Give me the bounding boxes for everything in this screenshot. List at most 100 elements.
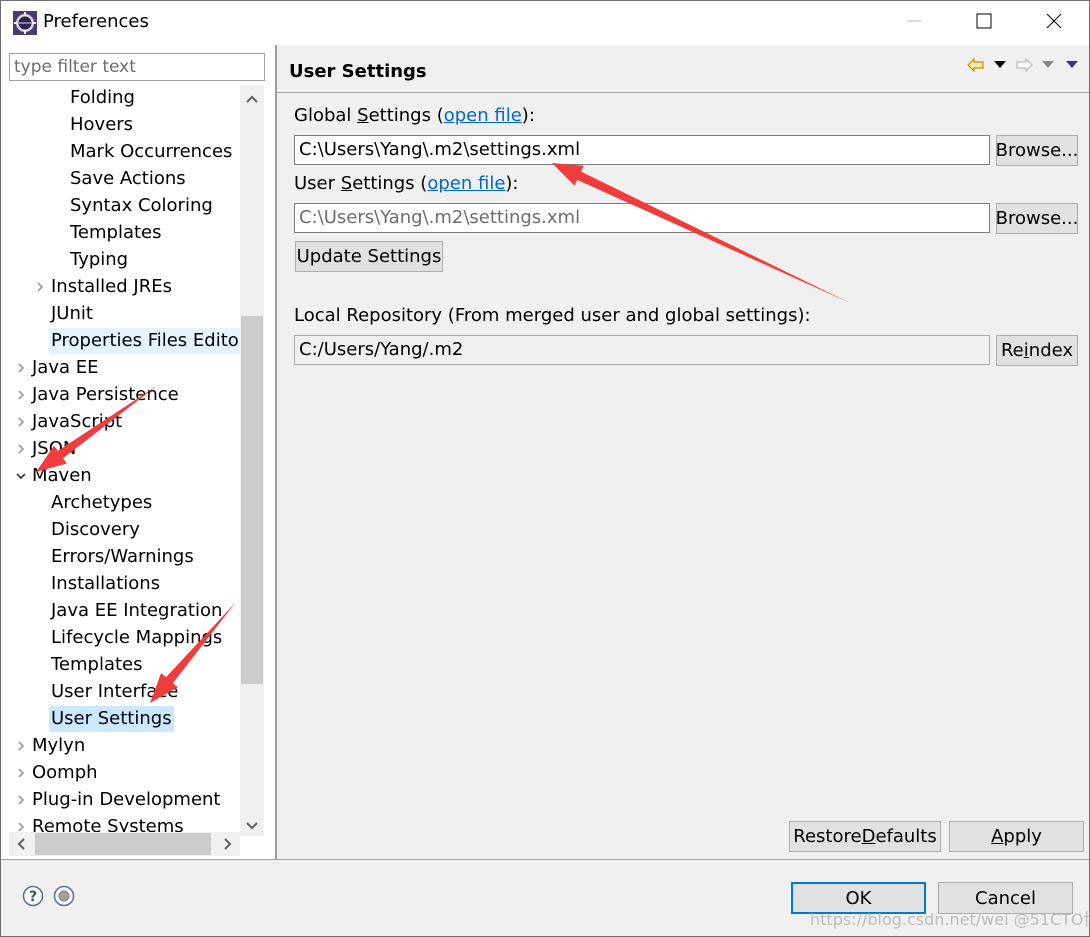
back-arrow-icon[interactable] <box>967 56 985 74</box>
label-text: ): <box>505 173 519 194</box>
tree-item[interactable]: Syntax Coloring <box>68 193 215 219</box>
mnemonic: A <box>991 826 1004 847</box>
tree-item[interactable]: Oomph <box>30 760 100 786</box>
tree-item[interactable]: Archetypes <box>49 490 154 516</box>
tree-item[interactable]: JUnit <box>49 301 95 327</box>
reindex-button[interactable]: Re i ndex <box>996 335 1078 366</box>
tree-item[interactable]: Java Persistence <box>30 382 181 408</box>
tree-item-label: JUnit <box>51 303 93 324</box>
tree-item[interactable]: Installed JREs <box>49 274 174 300</box>
tree-item[interactable]: User Settings <box>49 706 174 732</box>
tree-item[interactable]: Java EE <box>30 355 101 381</box>
back-menu-icon[interactable] <box>991 56 1009 74</box>
update-settings-button[interactable]: Update Settings <box>295 241 443 272</box>
global-browse-button[interactable]: Browse... <box>996 135 1078 166</box>
chevron-right-icon[interactable] <box>14 760 28 786</box>
scroll-left-button[interactable] <box>9 832 33 856</box>
local-repository-input[interactable]: C:/Users/Yang/.m2 <box>294 335 990 365</box>
button-text: Re <box>1000 340 1024 361</box>
tree-item[interactable]: Errors/Warnings <box>49 544 196 570</box>
forward-menu-icon[interactable] <box>1039 56 1057 74</box>
global-settings-label: Global Settings (open file): <box>294 105 535 126</box>
tree-item-label: Save Actions <box>70 168 186 189</box>
tree-item[interactable]: Mylyn <box>30 733 87 759</box>
user-browse-button[interactable]: Browse... <box>996 203 1078 234</box>
view-menu-icon[interactable] <box>1063 56 1081 74</box>
vertical-scroll-thumb[interactable] <box>241 316 263 684</box>
chevron-left-icon <box>17 834 25 855</box>
svg-text:?: ? <box>29 889 37 905</box>
ok-button[interactable]: OK <box>791 882 926 914</box>
chevron-right-icon[interactable] <box>14 787 28 813</box>
tree-item-label: Java Persistence <box>32 384 179 405</box>
chevron-up-icon <box>246 87 258 108</box>
label-text: ): <box>521 105 535 126</box>
tree-item-label: Properties Files Editor <box>51 330 240 351</box>
tree-item[interactable]: Templates <box>68 220 164 246</box>
chevron-right-icon[interactable] <box>14 355 28 381</box>
chevron-down-icon[interactable] <box>14 463 28 489</box>
tree-item-label: Installations <box>51 573 161 594</box>
button-text: Restore <box>793 826 862 847</box>
chevron-right-icon <box>224 834 232 855</box>
scroll-right-button[interactable] <box>216 832 240 856</box>
tree-vertical-scrollbar[interactable] <box>240 85 264 836</box>
tree-item-label: Mark Occurrences <box>70 141 233 162</box>
tree-item[interactable]: Folding <box>68 85 137 111</box>
minimize-button[interactable] <box>879 1 949 45</box>
forward-arrow-icon[interactable] <box>1015 56 1033 74</box>
page-title: User Settings <box>289 61 427 82</box>
chevron-right-icon[interactable] <box>14 733 28 759</box>
chevron-down-icon <box>246 814 258 835</box>
label-text: ettings ( <box>352 173 428 194</box>
tree-item[interactable]: JavaScript <box>30 409 124 435</box>
close-button[interactable] <box>1019 1 1089 45</box>
tree-item[interactable]: Templates <box>49 652 145 678</box>
scroll-up-button[interactable] <box>240 85 264 109</box>
user-settings-input[interactable]: C:\Users\Yang\.m2\settings.xml <box>294 203 990 233</box>
cancel-button[interactable]: Cancel <box>938 882 1073 914</box>
chevron-right-icon[interactable] <box>14 409 28 435</box>
tree-item[interactable]: Save Actions <box>68 166 188 192</box>
tree-item[interactable]: Lifecycle Mappings <box>49 625 224 651</box>
chevron-right-icon[interactable] <box>14 436 28 462</box>
user-open-file-link[interactable]: open file <box>427 173 505 194</box>
tree-item-label: Java EE <box>32 357 99 378</box>
tree-item[interactable]: Java EE Integration <box>49 598 224 624</box>
maximize-button[interactable] <box>949 1 1019 45</box>
tree-item[interactable]: Maven <box>30 463 94 489</box>
label-text: ettings ( <box>368 105 444 126</box>
tree-item[interactable]: Mark Occurrences <box>68 139 234 165</box>
global-open-file-link[interactable]: open file <box>444 105 522 126</box>
chevron-right-icon[interactable] <box>14 382 28 408</box>
apply-button[interactable]: Apply <box>949 821 1084 852</box>
tree-item[interactable]: JSON <box>30 436 78 462</box>
page-navigation <box>967 55 1081 75</box>
tree-item-label: Mylyn <box>32 735 86 756</box>
preference-tree-pane: Folding Hovers Mark Occurrences Save Action… <box>1 45 275 859</box>
tree-item[interactable]: Discovery <box>49 517 142 543</box>
tree-item[interactable]: Plug-in Development <box>30 787 223 813</box>
global-settings-input[interactable]: C:\Users\Yang\.m2\settings.xml <box>294 135 990 165</box>
close-icon <box>1046 13 1062 34</box>
button-text: ndex <box>1028 340 1074 361</box>
help-icon[interactable]: ? <box>22 885 44 907</box>
oomph-record-icon[interactable] <box>53 885 75 907</box>
chevron-right-icon[interactable] <box>33 274 47 300</box>
tree-item-label: Folding <box>70 87 135 108</box>
filter-input[interactable] <box>9 53 265 81</box>
tree-item[interactable]: Properties Files Editor <box>49 328 240 354</box>
window-title: Preferences <box>43 11 149 32</box>
title-bar: Preferences <box>1 1 1089 45</box>
tree-horizontal-scrollbar[interactable] <box>9 832 240 856</box>
tree-item-label: Typing <box>70 249 129 270</box>
footer-separator <box>1 859 1089 860</box>
tree-item[interactable]: User Interface <box>49 679 180 705</box>
tree-item-label: Archetypes <box>51 492 153 513</box>
scroll-down-button[interactable] <box>240 812 264 836</box>
restore-defaults-button[interactable]: Restore Defaults <box>789 821 941 852</box>
horizontal-scroll-thumb[interactable] <box>35 833 211 855</box>
tree-item[interactable]: Hovers <box>68 112 135 138</box>
tree-item[interactable]: Installations <box>49 571 162 597</box>
tree-item[interactable]: Typing <box>68 247 130 273</box>
